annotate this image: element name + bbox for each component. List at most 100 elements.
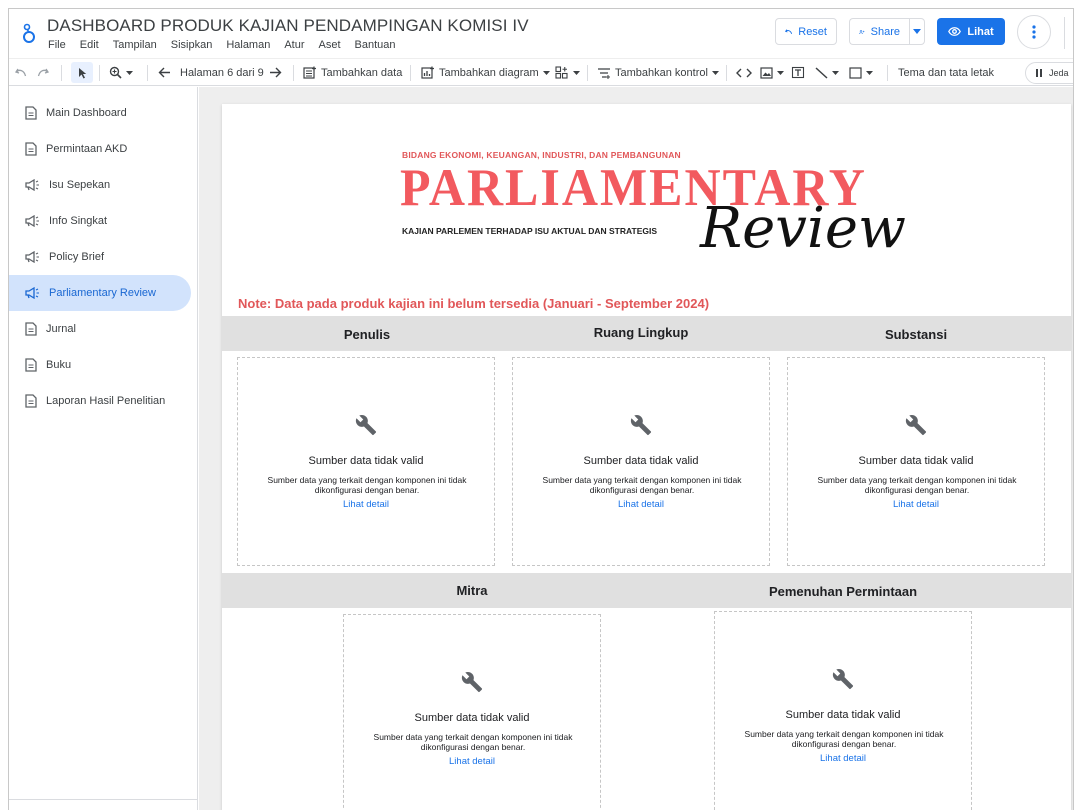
chart-card-substansi[interactable]: Sumber data tidak valid Sumber data yang … xyxy=(787,357,1045,566)
app-header: DASHBOARD PRODUK KAJIAN PENDAMPINGAN KOM… xyxy=(9,9,1073,57)
sidebar-item-permintaan-akd[interactable]: Permintaan AKD xyxy=(9,131,191,167)
view-details-link[interactable]: Lihat detail xyxy=(788,499,1044,510)
undo-button[interactable] xyxy=(15,59,27,86)
add-person-icon xyxy=(859,29,865,34)
view-details-link[interactable]: Lihat detail xyxy=(715,753,971,764)
pause-label: Jeda xyxy=(1049,68,1069,78)
toolbar-separator xyxy=(726,65,727,81)
zoom-icon xyxy=(109,66,122,79)
banner-subtitle: KAJIAN PARLEMEN TERHADAP ISU AKTUAL DAN … xyxy=(402,226,658,236)
pause-updates-button[interactable]: Jeda xyxy=(1025,62,1073,84)
caret-down-icon xyxy=(126,70,133,75)
view-label: Lihat xyxy=(967,25,994,38)
toolbar-separator xyxy=(147,65,148,81)
header-divider xyxy=(1064,17,1065,49)
caret-down-icon xyxy=(832,70,839,75)
caret-down-icon xyxy=(913,29,921,34)
menu-arrange[interactable]: Atur xyxy=(284,39,304,51)
error-description: Sumber data yang terkait dengan komponen… xyxy=(817,475,1017,495)
document-title[interactable]: DASHBOARD PRODUK KAJIAN PENDAMPINGAN KOM… xyxy=(47,16,529,36)
section-title-mitra: Mitra xyxy=(456,583,488,598)
undo-icon xyxy=(15,68,27,77)
image-button[interactable] xyxy=(760,59,784,86)
more-options-button[interactable] xyxy=(1017,15,1051,49)
sidebar-item-buku[interactable]: Buku xyxy=(9,347,191,383)
menu-page[interactable]: Halaman xyxy=(226,39,270,51)
menu-edit[interactable]: Edit xyxy=(80,39,99,51)
sidebar-item-policy-brief[interactable]: Policy Brief xyxy=(9,239,191,275)
toolbar-separator xyxy=(887,65,888,81)
sidebar-item-laporan-hasil-penelitian[interactable]: Laporan Hasil Penelitian xyxy=(9,383,191,419)
share-button[interactable]: Share xyxy=(849,18,909,45)
add-data-icon xyxy=(303,66,316,79)
shape-button[interactable] xyxy=(849,59,873,86)
sidebar-item-info-singkat[interactable]: Info Singkat xyxy=(9,203,191,239)
add-component-button[interactable] xyxy=(555,59,580,86)
select-tool-button[interactable] xyxy=(71,62,93,83)
sidebar-item-label: Info Singkat xyxy=(49,215,108,227)
error-title: Sumber data tidak valid xyxy=(414,712,530,724)
add-data-button[interactable]: Tambahkan data xyxy=(303,59,402,86)
theme-layout-button[interactable]: Tema dan tata letak xyxy=(898,59,994,86)
menu-file[interactable]: File xyxy=(48,39,66,51)
page-indicator[interactable]: Halaman 6 dari 9 xyxy=(180,59,264,86)
add-chart-button[interactable]: Tambahkan diagram xyxy=(421,59,550,86)
add-chart-icon xyxy=(421,66,434,79)
menu-assets[interactable]: Aset xyxy=(319,39,341,51)
sidebar-item-label: Isu Sepekan xyxy=(49,179,111,191)
menu-insert[interactable]: Sisipkan xyxy=(171,39,213,51)
pause-icon xyxy=(1036,69,1042,77)
section-header-row-2 xyxy=(222,573,1071,608)
undo-icon xyxy=(785,28,793,34)
add-chart-label: Tambahkan diagram xyxy=(439,66,539,79)
view-button[interactable]: Lihat xyxy=(937,18,1005,45)
looker-studio-logo-icon[interactable] xyxy=(21,21,37,45)
doc-icon xyxy=(25,106,37,120)
megaphone-icon xyxy=(25,179,39,191)
banner-script-title: Review xyxy=(700,196,906,261)
doc-icon xyxy=(25,394,37,408)
menu-view[interactable]: Tampilan xyxy=(113,39,157,51)
caret-down-icon xyxy=(866,70,873,75)
reset-button[interactable]: Reset xyxy=(775,18,837,45)
view-details-link[interactable]: Lihat detail xyxy=(344,756,600,767)
chart-card-ruang-lingkup[interactable]: Sumber data tidak valid Sumber data yang … xyxy=(512,357,770,566)
megaphone-icon xyxy=(25,287,39,299)
sidebar-item-isu-sepekan[interactable]: Isu Sepekan xyxy=(9,167,191,203)
error-description: Sumber data yang terkait dengan komponen… xyxy=(744,729,944,749)
error-description: Sumber data yang terkait dengan komponen… xyxy=(267,475,467,495)
reset-label: Reset xyxy=(798,25,827,38)
view-details-link[interactable]: Lihat detail xyxy=(513,499,769,510)
chart-card-pemenuhan-permintaan[interactable]: Sumber data tidak valid Sumber data yang … xyxy=(714,611,972,810)
previous-page-button[interactable] xyxy=(158,59,171,86)
error-title: Sumber data tidak valid xyxy=(858,455,974,467)
chart-card-penulis[interactable]: Sumber data tidak valid Sumber data yang … xyxy=(237,357,495,566)
megaphone-icon xyxy=(25,251,39,263)
next-page-button[interactable] xyxy=(269,59,282,86)
text-button[interactable] xyxy=(791,59,805,86)
sidebar-item-parliamentary-review[interactable]: Parliamentary Review xyxy=(9,275,191,311)
arrow-right-icon xyxy=(270,67,282,78)
menu-help[interactable]: Bantuan xyxy=(355,39,396,51)
view-details-link[interactable]: Lihat detail xyxy=(238,499,494,510)
section-title-pemenuhan-permintaan: Pemenuhan Permintaan xyxy=(768,584,918,599)
share-dropdown-button[interactable] xyxy=(909,18,925,45)
section-title-substansi: Substansi xyxy=(884,327,948,342)
add-control-button[interactable]: Tambahkan kontrol xyxy=(597,59,719,86)
embed-url-button[interactable] xyxy=(736,59,752,86)
toolbar: Halaman 6 dari 9 Tambahkan data Tambahka… xyxy=(9,58,1073,86)
chart-card-mitra[interactable]: Sumber data tidak valid Sumber data yang … xyxy=(343,614,601,810)
caret-down-icon xyxy=(711,70,719,75)
components-icon xyxy=(555,66,568,79)
error-title: Sumber data tidak valid xyxy=(785,709,901,721)
sidebar-item-main-dashboard[interactable]: Main Dashboard xyxy=(9,95,191,131)
wrench-icon xyxy=(832,669,854,690)
line-button[interactable] xyxy=(815,59,839,86)
share-label: Share xyxy=(870,25,900,38)
cursor-icon xyxy=(78,67,86,78)
line-icon xyxy=(815,66,828,79)
sidebar-item-jurnal[interactable]: Jurnal xyxy=(9,311,191,347)
redo-button[interactable] xyxy=(37,59,49,86)
page-navigation-sidebar: Main Dashboard Permintaan AKD Isu Sepekan I… xyxy=(9,87,198,810)
zoom-button[interactable] xyxy=(109,59,133,86)
